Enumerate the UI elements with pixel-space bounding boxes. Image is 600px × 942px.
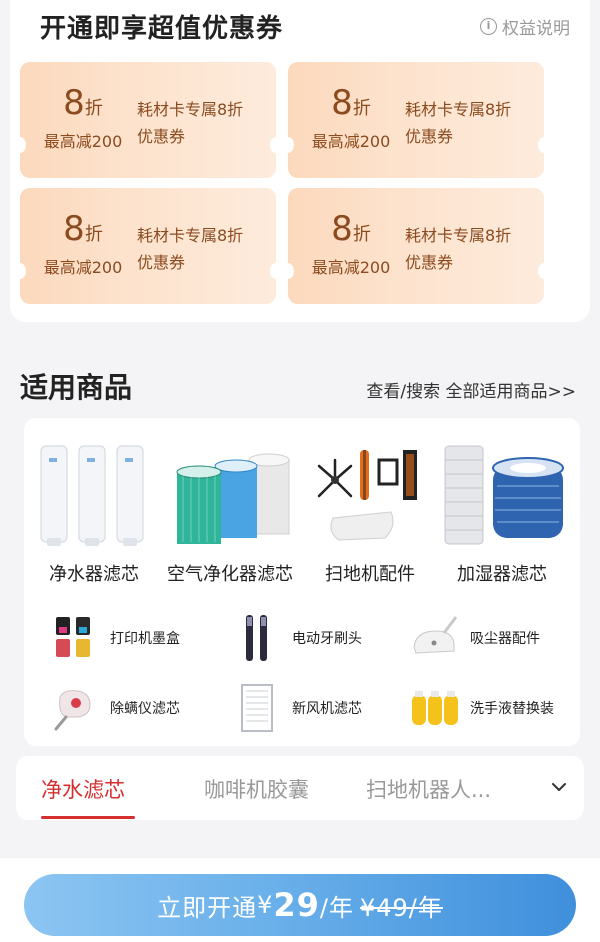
- chevron-down-icon[interactable]: [550, 778, 568, 796]
- coupon-discount-unit: 折: [84, 224, 103, 245]
- product-label: 电动牙刷头: [292, 631, 362, 647]
- coupon-discount-unit: 折: [84, 98, 103, 119]
- products-card: 净水器滤芯 空气净化器滤芯 扫地机配件 加湿器滤芯 打印机墨盒 电动牙刷头 吸尘…: [24, 418, 580, 746]
- cta-per-year: /年: [319, 893, 354, 922]
- product-fresh-air-filter[interactable]: 新风机滤芯: [232, 680, 362, 736]
- product-label: 除螨仪滤芯: [110, 701, 180, 717]
- coupon-desc: 耗材卡专属8折: [137, 226, 244, 245]
- cta-currency: ¥: [257, 891, 274, 919]
- coupon-desc: 耗材卡专属8折: [405, 226, 512, 245]
- humidifier-filter-icon: [437, 440, 567, 550]
- page: 开通即享超值优惠券 i 权益说明 8折 最高减200 耗材卡专属8折 优惠券 8…: [0, 0, 600, 942]
- coupon-desc: 耗材卡专属8折: [405, 100, 512, 119]
- coupon-desc: 耗材卡专属8折: [137, 100, 244, 119]
- category-tabs: 净水滤芯 咖啡机胶囊 扫地机器人...: [16, 756, 584, 820]
- coupon-max-off: 最高减200: [43, 258, 123, 277]
- mite-filter-icon: [50, 683, 100, 733]
- product-humidifier-filter[interactable]: 加湿器滤芯: [432, 440, 572, 590]
- coupon-discount-unit: 折: [352, 98, 371, 119]
- tab-coffee-capsules[interactable]: 咖啡机胶囊: [204, 774, 309, 804]
- product-air-filter[interactable]: 空气净化器滤芯: [160, 440, 300, 590]
- product-robot-parts[interactable]: 扫地机配件: [300, 440, 440, 590]
- coupon-type: 优惠券: [137, 253, 186, 272]
- ink-cartridge-icon: [50, 613, 100, 663]
- product-label: 打印机墨盒: [110, 631, 180, 647]
- product-toothbrush-head[interactable]: 电动牙刷头: [232, 610, 362, 666]
- coupon-type: 优惠券: [405, 253, 454, 272]
- coupon-card-1[interactable]: 8折 最高减200 耗材卡专属8折 优惠券: [14, 62, 282, 178]
- product-label: 空气净化器滤芯: [167, 564, 293, 585]
- product-water-filter[interactable]: 净水器滤芯: [24, 440, 164, 590]
- see-all-products-link[interactable]: 查看/搜索 全部适用商品>>: [366, 377, 576, 402]
- bottom-bar: 立即开通 ¥ 29 /年 ¥49/年: [0, 858, 600, 942]
- product-label: 洗手液替换装: [470, 701, 554, 717]
- coupon-discount: 8: [331, 83, 353, 123]
- coupon-max-off: 最高减200: [311, 132, 391, 151]
- robot-parts-icon: [305, 440, 435, 550]
- coupon-max-off: 最高减200: [311, 258, 391, 277]
- coupon-card-3[interactable]: 8折 最高减200 耗材卡专属8折 优惠券: [14, 188, 282, 304]
- products-section-title: 适用商品: [20, 371, 133, 404]
- coupon-card-4[interactable]: 8折 最高减200 耗材卡专属8折 优惠券: [282, 188, 550, 304]
- coupon-card-2[interactable]: 8折 最高减200 耗材卡专属8折 优惠券: [282, 62, 550, 178]
- product-label: 新风机滤芯: [292, 701, 362, 717]
- cta-original-price: ¥49/年: [360, 893, 443, 922]
- product-label: 吸尘器配件: [470, 631, 540, 647]
- benefit-info-label: 权益说明: [502, 19, 570, 39]
- coupon-section: 开通即享超值优惠券 i 权益说明 8折 最高减200 耗材卡专属8折 优惠券 8…: [10, 0, 590, 322]
- tab-water-filter[interactable]: 净水滤芯: [41, 774, 125, 804]
- info-icon: i: [480, 18, 497, 35]
- toothbrush-head-icon: [232, 613, 282, 663]
- coupon-type: 优惠券: [137, 127, 186, 146]
- product-vacuum-parts[interactable]: 吸尘器配件: [410, 610, 540, 666]
- coupon-type: 优惠券: [405, 127, 454, 146]
- product-mite-filter[interactable]: 除螨仪滤芯: [50, 680, 180, 736]
- air-filter-icon: [165, 440, 295, 550]
- product-hand-soap-refill[interactable]: 洗手液替换装: [410, 680, 554, 736]
- coupon-discount: 8: [63, 209, 85, 249]
- coupon-section-title: 开通即享超值优惠券: [40, 14, 284, 44]
- coupon-max-off: 最高减200: [43, 132, 123, 151]
- product-label: 加湿器滤芯: [457, 564, 547, 585]
- coupon-discount: 8: [63, 83, 85, 123]
- tab-robot-vacuum[interactable]: 扫地机器人...: [366, 774, 491, 804]
- coupon-discount-unit: 折: [352, 224, 371, 245]
- fresh-air-filter-icon: [232, 683, 282, 733]
- active-tab-indicator: [41, 816, 135, 819]
- product-ink-cartridge[interactable]: 打印机墨盒: [50, 610, 180, 666]
- cta-price: 29: [273, 886, 320, 924]
- hand-soap-refill-icon: [410, 683, 460, 733]
- benefit-info-link[interactable]: i 权益说明: [480, 14, 570, 39]
- cta-prefix: 立即开通: [157, 893, 258, 922]
- vacuum-parts-icon: [410, 613, 460, 663]
- water-filter-icon: [29, 440, 159, 550]
- subscribe-now-button[interactable]: 立即开通 ¥ 29 /年 ¥49/年: [24, 874, 576, 936]
- coupon-discount: 8: [331, 209, 353, 249]
